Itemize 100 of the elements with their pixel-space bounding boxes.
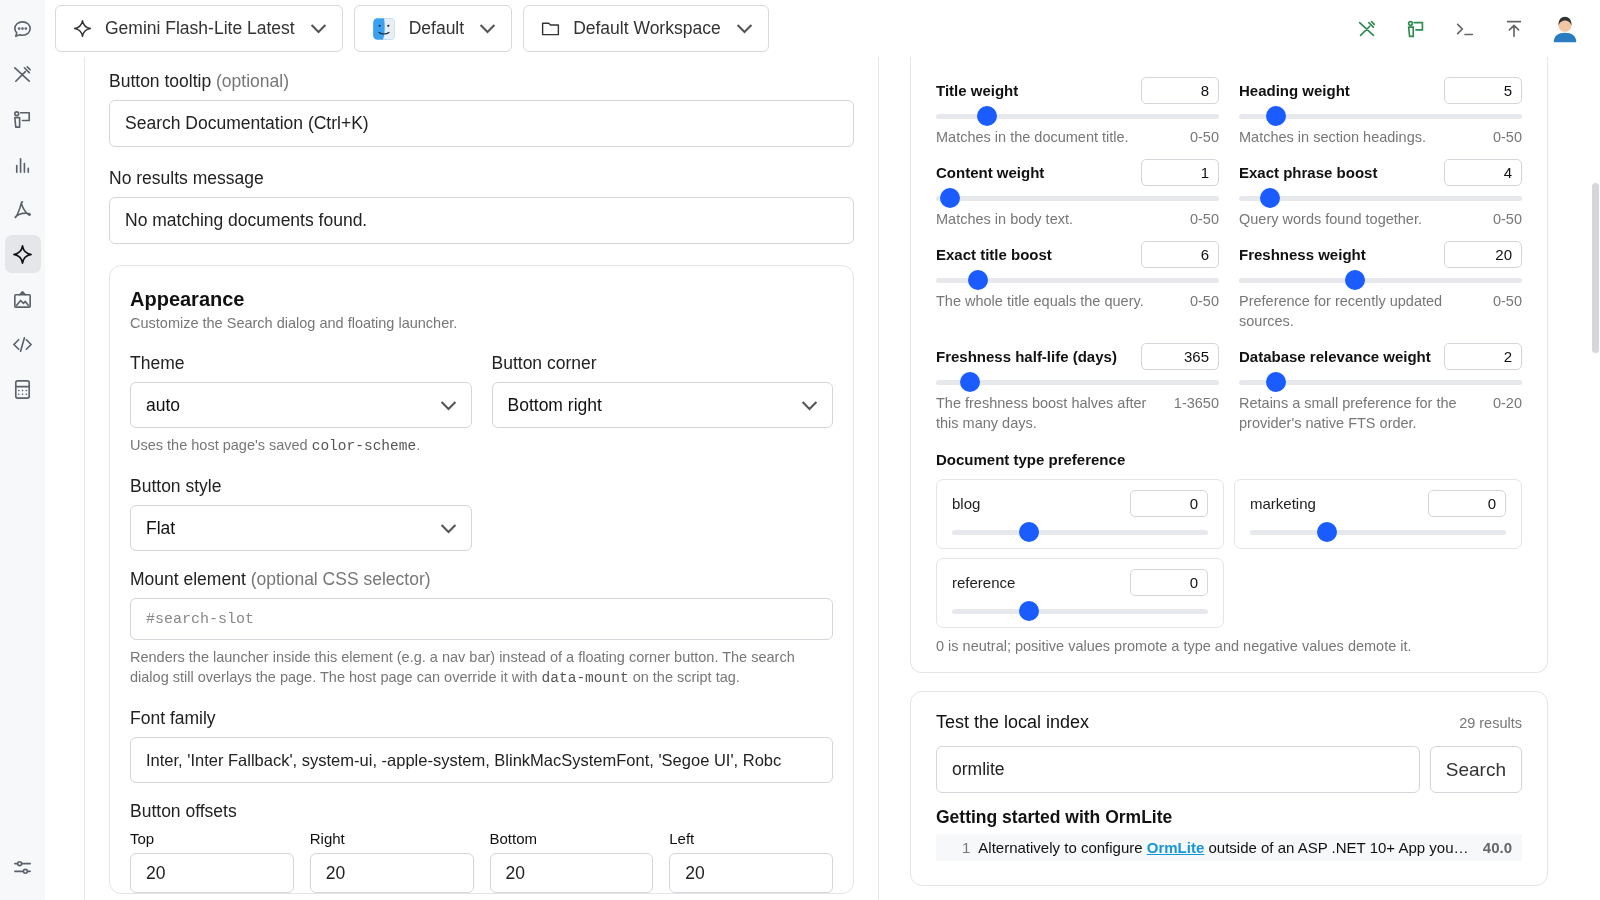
number-field[interactable]: 0 bbox=[1428, 490, 1506, 517]
number-field[interactable]: 20 bbox=[1444, 241, 1522, 268]
field-label: Top bbox=[130, 830, 156, 847]
field-label: No results message bbox=[109, 168, 265, 189]
model-select[interactable]: Gemini Flash-Lite Latest bbox=[55, 5, 343, 52]
setting-label: Database relevance weight bbox=[1239, 348, 1431, 365]
help-text: Uses the host page's saved color-scheme. bbox=[130, 436, 422, 456]
slider-thumb[interactable] bbox=[1260, 188, 1281, 208]
number-field[interactable]: 365 bbox=[1141, 343, 1219, 370]
slider[interactable] bbox=[1250, 522, 1506, 542]
field-label: Font family bbox=[130, 708, 217, 729]
slider[interactable] bbox=[952, 522, 1208, 542]
slider-thumb[interactable] bbox=[1345, 270, 1365, 290]
slider[interactable] bbox=[1239, 106, 1522, 126]
slider[interactable] bbox=[936, 106, 1219, 126]
profile-select[interactable]: Default bbox=[353, 5, 513, 52]
range-text: 0-50 bbox=[1492, 128, 1522, 147]
number-field[interactable]: 5 bbox=[1444, 77, 1522, 104]
help-text: The freshness boost halves after this many days. bbox=[936, 394, 1148, 433]
range-text: 0-50 bbox=[1189, 128, 1219, 147]
input-field[interactable]: Search Documentation (Ctrl+K) bbox=[109, 100, 854, 147]
chevron-down-icon bbox=[802, 400, 817, 410]
scrollbar[interactable] bbox=[1592, 183, 1599, 353]
number-field[interactable]: 4 bbox=[1444, 159, 1522, 186]
slider[interactable] bbox=[936, 270, 1219, 290]
chevron-down-icon bbox=[440, 400, 456, 410]
number-field[interactable]: 6 bbox=[1141, 241, 1219, 268]
range-text: 0-50 bbox=[1492, 292, 1522, 311]
field-label: Bottom bbox=[489, 830, 539, 847]
result-score: 40.0 bbox=[1482, 839, 1512, 856]
number-field[interactable]: 2 bbox=[1444, 343, 1522, 370]
section-title: Appearance bbox=[130, 288, 246, 311]
slider[interactable] bbox=[1239, 372, 1522, 392]
slider[interactable] bbox=[936, 188, 1219, 208]
number-field[interactable]: 8 bbox=[1141, 77, 1219, 104]
sparkle-icon[interactable] bbox=[4, 235, 41, 273]
help-text: Matches in section headings. bbox=[1239, 128, 1426, 147]
setting-label: Heading weight bbox=[1239, 82, 1350, 99]
input-field[interactable]: No matching documents found. bbox=[109, 197, 854, 244]
range-text: 0-50 bbox=[1492, 210, 1522, 229]
input-field[interactable]: 20 bbox=[669, 853, 833, 893]
input-field[interactable]: Inter, 'Inter Fallback', system-ui, -apple-system, BlinkMacSystemFont, 'Segoe UI', Robc bbox=[130, 737, 833, 783]
field-label: Left bbox=[669, 830, 696, 847]
slider-thumb[interactable] bbox=[940, 188, 961, 208]
chevron-down-icon bbox=[440, 523, 456, 533]
slider-thumb[interactable] bbox=[1018, 601, 1039, 621]
section-title: Document type preference bbox=[936, 451, 1127, 468]
slider-thumb[interactable] bbox=[1018, 522, 1039, 542]
slider[interactable] bbox=[1239, 188, 1522, 208]
input-field[interactable]: 20 bbox=[130, 853, 294, 893]
range-text: 1-3650 bbox=[1173, 394, 1219, 413]
slider[interactable] bbox=[1239, 270, 1522, 290]
corner-select[interactable]: Bottom right bbox=[491, 382, 833, 428]
field-label: Mount element (optional CSS selector) bbox=[130, 569, 432, 590]
range-text: 0-50 bbox=[1189, 292, 1219, 311]
input-field[interactable]: 20 bbox=[489, 853, 654, 893]
type-label: blog bbox=[952, 495, 981, 512]
chevron-down-icon bbox=[736, 24, 752, 33]
help-text: 0 is neutral; positive values promote a type and negative values demote it. bbox=[936, 638, 1413, 654]
theme-select[interactable]: auto bbox=[130, 382, 472, 428]
field-label: Button style bbox=[130, 476, 223, 497]
slider[interactable] bbox=[952, 601, 1208, 621]
help-text: Matches in the document title. bbox=[936, 128, 1129, 147]
type-label: marketing bbox=[1250, 495, 1316, 512]
slider-thumb[interactable] bbox=[968, 270, 989, 290]
number-field[interactable]: 0 bbox=[1130, 490, 1208, 517]
range-text: 0-20 bbox=[1492, 394, 1522, 413]
slider-thumb[interactable] bbox=[959, 372, 980, 392]
help-text: Renders the launcher inside this element (e.g. a nav bar) instead of a floating corner button. The search dialog still overlays the page. The host page can override it with data-mount on the script tag. bbox=[130, 648, 796, 688]
field-label: Right bbox=[309, 830, 346, 847]
slider[interactable] bbox=[936, 372, 1219, 392]
setting-label: Freshness weight bbox=[1239, 246, 1366, 263]
result-heading: Getting started with OrmLite bbox=[936, 807, 1174, 828]
slider-thumb[interactable] bbox=[976, 106, 997, 126]
chevron-down-icon bbox=[310, 24, 326, 33]
slider-thumb[interactable] bbox=[1265, 106, 1286, 126]
smiley-app-icon bbox=[370, 15, 397, 42]
help-text: Query words found together. bbox=[1239, 210, 1422, 229]
field-label: Theme bbox=[130, 353, 186, 374]
setting-label: Content weight bbox=[936, 164, 1045, 181]
setting-label: Exact title boost bbox=[936, 246, 1052, 263]
input-field[interactable]: #search-slot bbox=[130, 598, 833, 640]
chevron-down-icon bbox=[480, 24, 496, 33]
sparkle-icon bbox=[72, 18, 93, 39]
input-field[interactable]: 20 bbox=[309, 853, 474, 893]
number-field[interactable]: 1 bbox=[1141, 159, 1219, 186]
type-label: reference bbox=[952, 574, 1016, 591]
workspace-select[interactable]: Default Workspace bbox=[523, 5, 769, 52]
style-select[interactable]: Flat bbox=[130, 505, 472, 551]
slider-thumb[interactable] bbox=[1265, 372, 1286, 392]
result-row[interactable]: 1 Alternatively to configure OrmLite outside of an ASP .NET 10+ App you… 40.0 bbox=[936, 834, 1522, 861]
search-button[interactable]: Search bbox=[1429, 746, 1522, 793]
slider-thumb[interactable] bbox=[1316, 522, 1337, 542]
search-field[interactable]: ormlite bbox=[936, 746, 1420, 793]
result-number: 1 bbox=[962, 839, 971, 856]
setting-label: Exact phrase boost bbox=[1239, 164, 1378, 181]
field-label: Button tooltip (optional) bbox=[109, 71, 290, 92]
number-field[interactable]: 0 bbox=[1130, 569, 1208, 596]
setting-label: Freshness half-life (days) bbox=[936, 348, 1117, 365]
help-text: Preference for recently updated sources. bbox=[1239, 292, 1444, 331]
